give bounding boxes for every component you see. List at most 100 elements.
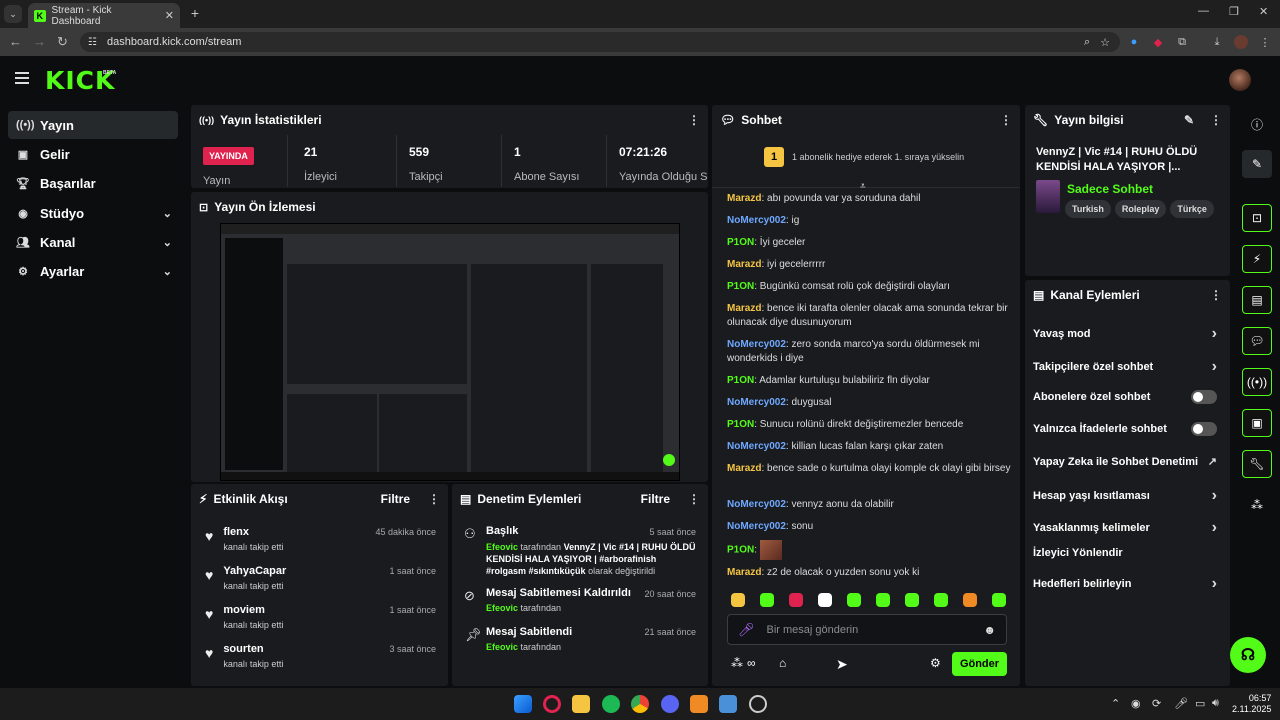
hamburger-menu-icon[interactable] bbox=[15, 72, 29, 84]
channel-action-item[interactable]: Yapay Zeka ile Sohbet Denetimi ↗ bbox=[1033, 455, 1223, 469]
clock[interactable]: 06:57 2.11.2025 bbox=[1232, 693, 1271, 715]
sidebar-item-ayarlar[interactable]: ⚙ Ayarlar ⌄ bbox=[8, 257, 178, 285]
more-options-icon[interactable]: ⋮ bbox=[688, 492, 700, 506]
emote-icon[interactable] bbox=[905, 593, 919, 607]
microphone-icon[interactable]: 🎤︎ bbox=[738, 622, 755, 638]
maximize-button[interactable]: ❐ bbox=[1229, 5, 1239, 18]
emote-icon[interactable] bbox=[818, 593, 832, 607]
sidebar-item-gelir[interactable]: ▣ Gelir bbox=[8, 140, 178, 168]
emoji-icon[interactable]: ☻ bbox=[983, 623, 996, 637]
chat-username[interactable]: P1ON bbox=[727, 281, 754, 292]
stream-preview-video[interactable] bbox=[220, 223, 680, 481]
broadcast-icon[interactable]: ((•)) bbox=[1242, 368, 1272, 396]
emote-icon[interactable] bbox=[847, 593, 861, 607]
channel-action-item[interactable]: İzleyici Yönlendir bbox=[1033, 547, 1223, 559]
channel-action-item[interactable]: Takipçilere özel sohbet › bbox=[1033, 358, 1223, 376]
close-window-button[interactable]: ✕ bbox=[1259, 5, 1268, 18]
chat-bubble-icon[interactable]: 💬︎ bbox=[1242, 327, 1272, 355]
extension-icon[interactable]: ● bbox=[1127, 35, 1141, 49]
chat-username[interactable]: Marazd bbox=[727, 259, 761, 270]
bookmark-star-icon[interactable]: ☆ bbox=[1100, 36, 1110, 49]
edit-icon[interactable]: ✎ bbox=[1184, 113, 1194, 127]
filter-button[interactable]: Filtre bbox=[641, 492, 670, 506]
browser-menu-icon[interactable]: ⋮ bbox=[1258, 35, 1272, 49]
minimize-button[interactable]: — bbox=[1198, 5, 1209, 17]
zoom-icon[interactable]: ⌕ bbox=[1084, 36, 1090, 49]
more-options-icon[interactable]: ⋮ bbox=[1210, 288, 1222, 302]
chat-username[interactable]: Marazd bbox=[727, 193, 761, 204]
chat-input[interactable]: 🎤︎ Bir mesaj gönderin ☻ bbox=[727, 614, 1007, 645]
moderation-icon[interactable]: ▣ bbox=[1242, 409, 1272, 437]
chat-username[interactable]: P1ON bbox=[727, 419, 754, 430]
more-options-icon[interactable]: ⋮ bbox=[688, 113, 700, 127]
emote-icon[interactable] bbox=[789, 593, 803, 607]
chat-username[interactable]: Marazd bbox=[727, 303, 761, 314]
chat-username[interactable]: NoMercy002 bbox=[727, 499, 786, 510]
channel-action-item[interactable]: Yavaş mod › bbox=[1033, 325, 1223, 343]
channel-action-item[interactable]: Hedefleri belirleyin › bbox=[1033, 575, 1223, 593]
edit-icon[interactable]: ✎ bbox=[1242, 150, 1272, 178]
more-options-icon[interactable]: ⋮ bbox=[1000, 113, 1012, 127]
download-icon[interactable]: ⤓ bbox=[1210, 35, 1224, 49]
extensions-puzzle-icon[interactable]: ⧉ bbox=[1175, 35, 1189, 49]
emote-icon[interactable] bbox=[992, 593, 1006, 607]
tray-app-icon[interactable]: ⟳ bbox=[1152, 697, 1161, 710]
chat-username[interactable]: P1ON bbox=[727, 375, 754, 386]
filter-button[interactable]: Filtre bbox=[381, 492, 410, 506]
chat-settings-icon[interactable]: ⁂ bbox=[731, 656, 743, 670]
close-tab-icon[interactable]: ✕ bbox=[165, 9, 174, 22]
sidebar-item-studyo[interactable]: ◉ Stüdyo ⌄ bbox=[8, 199, 178, 227]
emote-icon[interactable] bbox=[876, 593, 890, 607]
chrome-icon[interactable] bbox=[631, 695, 649, 713]
add-widget-icon[interactable]: ⁂ bbox=[1242, 491, 1272, 519]
emote-icon[interactable] bbox=[731, 593, 745, 607]
chat-username[interactable]: P1ON bbox=[727, 545, 754, 556]
channel-action-item[interactable]: Yasaklanmış kelimeler › bbox=[1033, 519, 1223, 537]
chat-username[interactable]: NoMercy002 bbox=[727, 397, 786, 408]
wrench-icon[interactable]: 🔧︎ bbox=[1242, 450, 1272, 478]
opera-icon[interactable] bbox=[543, 695, 561, 713]
obs-icon[interactable] bbox=[749, 695, 767, 713]
more-options-icon[interactable]: ⋮ bbox=[428, 492, 440, 506]
sidebar-item-kanal[interactable]: 👥︎ Kanal ⌄ bbox=[8, 228, 178, 256]
network-icon[interactable]: ▭ bbox=[1195, 697, 1205, 710]
file-explorer-icon[interactable] bbox=[572, 695, 590, 713]
profile-avatar[interactable] bbox=[1234, 35, 1248, 49]
sidebar-item-yayin[interactable]: ((•)) Yayın bbox=[8, 111, 178, 139]
spotify-icon[interactable] bbox=[602, 695, 620, 713]
tab-search-button[interactable]: ⌄ bbox=[4, 5, 22, 23]
emote-icon[interactable] bbox=[760, 593, 774, 607]
app-icon[interactable] bbox=[690, 695, 708, 713]
chat-username[interactable]: NoMercy002 bbox=[727, 339, 786, 350]
sidebar-item-basarilar[interactable]: 🏆︎ Başarılar bbox=[8, 169, 178, 197]
emote-icon[interactable] bbox=[934, 593, 948, 607]
forward-button[interactable]: → bbox=[33, 34, 46, 49]
help-support-icon[interactable]: ☊ bbox=[1230, 637, 1266, 673]
chat-username[interactable]: P1ON bbox=[727, 237, 754, 248]
chat-username[interactable]: NoMercy002 bbox=[727, 521, 786, 532]
back-button[interactable]: ← bbox=[9, 34, 22, 49]
windows-start-icon[interactable] bbox=[514, 695, 532, 713]
more-options-icon[interactable]: ⋮ bbox=[1210, 113, 1222, 127]
address-bar[interactable]: ☷ dashboard.kick.com/stream ⌕ ☆ bbox=[80, 32, 1120, 52]
info-icon[interactable]: ⓘ bbox=[1242, 110, 1272, 138]
site-info-icon[interactable]: ☷ bbox=[88, 37, 97, 48]
app-icon[interactable] bbox=[719, 695, 737, 713]
preview-icon[interactable]: ⊡ bbox=[1242, 204, 1272, 232]
document-icon[interactable]: ▤ bbox=[1242, 286, 1272, 314]
store-icon[interactable]: ⌂ bbox=[779, 656, 786, 670]
reload-button[interactable]: ↻ bbox=[57, 34, 68, 50]
channel-action-item[interactable]: Yalnızca İfadelerle sohbet bbox=[1033, 422, 1223, 436]
new-tab-button[interactable]: + bbox=[186, 4, 204, 22]
chat-username[interactable]: Marazd bbox=[727, 567, 761, 578]
channel-action-item[interactable]: Abonelere özel sohbet bbox=[1033, 390, 1223, 404]
discord-icon[interactable] bbox=[661, 695, 679, 713]
user-avatar[interactable] bbox=[1229, 69, 1251, 91]
toggle-switch[interactable] bbox=[1191, 390, 1217, 404]
tray-chevron-icon[interactable]: ⌃ bbox=[1111, 697, 1120, 710]
extension-icon[interactable]: ◆ bbox=[1151, 35, 1165, 49]
channel-action-item[interactable]: Hesap yaşı kısıtlaması › bbox=[1033, 487, 1223, 505]
chat-username[interactable]: NoMercy002 bbox=[727, 441, 786, 452]
infinity-icon[interactable]: ∞ bbox=[747, 656, 756, 670]
emote-icon[interactable] bbox=[963, 593, 977, 607]
